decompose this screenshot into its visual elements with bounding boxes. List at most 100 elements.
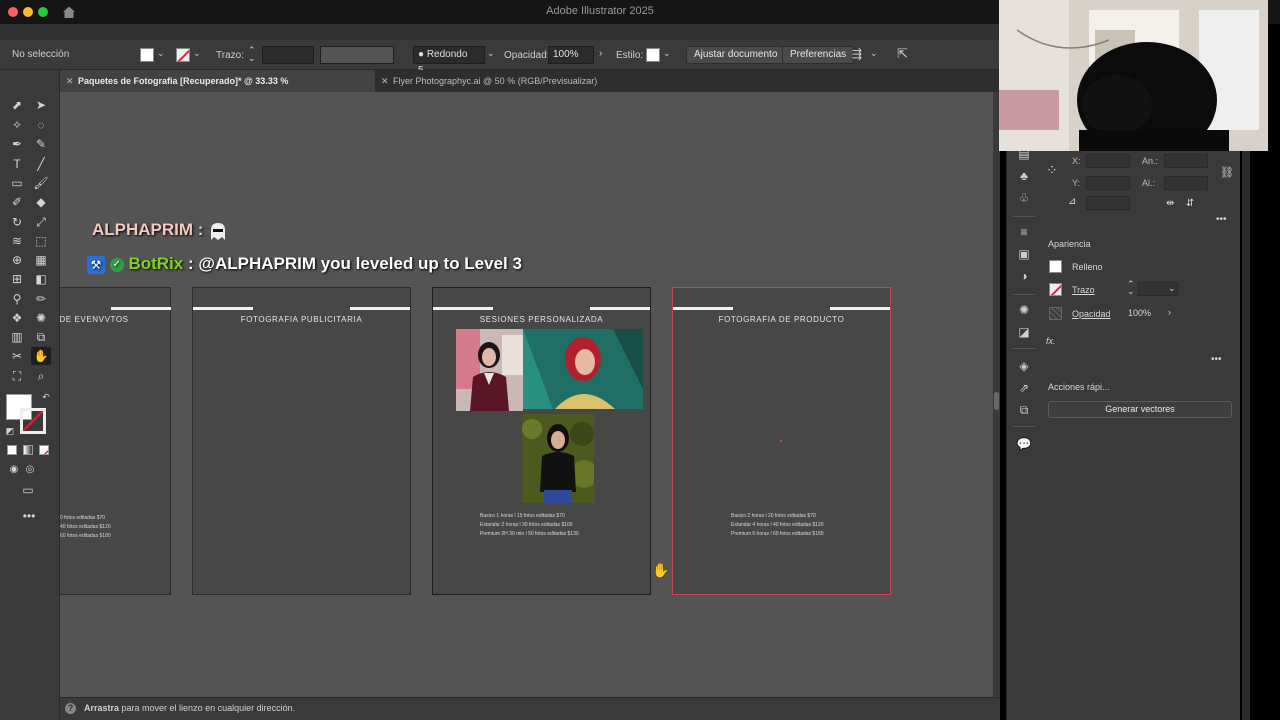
zoom-tool-icon[interactable]: ⌕: [31, 367, 51, 385]
opacity-field[interactable]: 100%: [548, 46, 594, 64]
opacity-link[interactable]: Opacidad: [1072, 309, 1111, 319]
chevron-down-icon[interactable]: ⌄: [487, 48, 495, 59]
artboard-tool-icon[interactable]: ⧉: [31, 328, 51, 346]
fill-swatch[interactable]: [140, 48, 154, 62]
measure-tool-icon[interactable]: ✏: [31, 290, 51, 308]
tab-paquetes[interactable]: ✕ Paquetes de Fotografia [Recuperado]* @…: [60, 70, 375, 108]
chevron-right-icon[interactable]: ›: [599, 48, 602, 59]
rotate-angle-icon[interactable]: ⊿: [1068, 196, 1076, 207]
preferences-button[interactable]: Preferencias: [782, 46, 855, 64]
constrain-proportions-icon[interactable]: ⛓: [1220, 166, 1234, 179]
color-mode-icon[interactable]: [7, 445, 17, 455]
transparency-icon[interactable]: ◑: [1015, 268, 1033, 284]
portrait-photo[interactable]: [522, 414, 594, 503]
rectangle-tool-icon[interactable]: ▭: [7, 174, 27, 192]
artboards-panel-icon[interactable]: ⧉: [1015, 402, 1033, 418]
mesh-tool-icon[interactable]: ⊞: [7, 270, 27, 288]
stepper-icon[interactable]: ⌃ ⌄: [248, 46, 256, 63]
stroke-weight-field[interactable]: [262, 46, 314, 64]
vertical-scrollbar[interactable]: [993, 92, 1000, 697]
gradient-tool-icon[interactable]: ◧: [31, 270, 51, 288]
style-swatch[interactable]: [646, 48, 660, 62]
scale-tool-icon[interactable]: ⤢: [31, 213, 51, 231]
brush-field[interactable]: ● Redondo 5...: [413, 46, 485, 76]
lasso-icon[interactable]: ◌: [31, 116, 51, 134]
chevron-right-icon[interactable]: ›: [1168, 307, 1171, 317]
default-colors-icon[interactable]: ◩: [0, 422, 20, 440]
slice-tool-icon[interactable]: ✂: [7, 347, 27, 365]
graphic-styles-icon[interactable]: ◪: [1015, 324, 1033, 340]
adjust-document-button[interactable]: Ajustar documento: [686, 46, 786, 64]
close-tab-icon[interactable]: ✕: [381, 70, 389, 92]
tab-flyer[interactable]: ✕ Flyer Photographyc.ai @ 50 % (RGB/Prev…: [375, 70, 635, 92]
reference-point-icon[interactable]: ⁘: [1046, 162, 1058, 179]
height-field[interactable]: [1164, 176, 1208, 190]
shape-builder-icon[interactable]: ⊕: [7, 251, 27, 269]
layers-icon[interactable]: ◈: [1015, 358, 1033, 374]
appearance-panel-icon[interactable]: ✺: [1015, 302, 1033, 318]
stroke-color-swatch[interactable]: [20, 408, 46, 434]
selection-tool-icon[interactable]: ⬈: [7, 96, 27, 114]
shaper-tool-icon[interactable]: ✐: [7, 193, 27, 211]
export-icon[interactable]: ⇗: [1015, 380, 1033, 396]
swap-colors-icon[interactable]: ↶: [36, 388, 56, 406]
panel-scrollbar[interactable]: [1242, 150, 1250, 720]
artboard-publicitaria[interactable]: FOTOGRAFIA PUBLICITARIA: [192, 287, 411, 595]
stepper-icon[interactable]: ⌃ ⌄: [1127, 280, 1135, 296]
stroke-panel-icon[interactable]: ≡: [1015, 224, 1033, 240]
blend-tool-icon[interactable]: ❖: [7, 309, 27, 327]
print-tiling-icon[interactable]: ⛶: [7, 367, 27, 385]
gradient-mode-icon[interactable]: [23, 445, 33, 455]
chevron-down-icon[interactable]: ⌄: [193, 48, 201, 59]
arrange-icon[interactable]: ⇶: [852, 47, 862, 61]
more-options-icon[interactable]: •••: [1211, 354, 1222, 365]
artboard-producto[interactable]: FOTOGRAFIA DE PRODUCTO Basico 2 horas l …: [672, 287, 891, 595]
stroke-swatch[interactable]: [1049, 283, 1062, 296]
stroke-link[interactable]: Trazo: [1072, 285, 1095, 295]
perspective-grid-icon[interactable]: ▦: [31, 251, 51, 269]
flip-vertical-icon[interactable]: ⇵: [1186, 198, 1194, 209]
comments-icon[interactable]: 💬: [1015, 436, 1033, 452]
help-icon[interactable]: ?: [65, 703, 76, 714]
warp-tool-icon[interactable]: ≋: [7, 232, 27, 250]
curvature-tool-icon[interactable]: ✎: [31, 135, 51, 153]
magic-wand-icon[interactable]: ✧: [7, 116, 27, 134]
generate-vectors-button[interactable]: Generar vectores: [1048, 401, 1232, 418]
y-field[interactable]: [1086, 176, 1130, 190]
rotate-field[interactable]: [1086, 196, 1130, 210]
canvas[interactable]: A DE EVENVVTOS 0 fotos editadas $70 40 f…: [60, 92, 993, 697]
fill-swatch[interactable]: [1049, 260, 1062, 273]
share-icon[interactable]: ⇱: [897, 46, 908, 62]
chevron-down-icon[interactable]: ⌄: [1168, 283, 1176, 294]
x-field[interactable]: [1086, 154, 1130, 168]
graph-tool-icon[interactable]: ▥: [7, 328, 27, 346]
close-tab-icon[interactable]: ✕: [66, 70, 74, 92]
width-field[interactable]: [1164, 154, 1208, 168]
screen-mode-icon[interactable]: ▭: [18, 481, 38, 499]
draw-behind-icon[interactable]: ◎: [20, 460, 40, 478]
portrait-photo[interactable]: [523, 329, 643, 409]
symbol-sprayer-icon[interactable]: ✺: [31, 309, 51, 327]
eraser-icon[interactable]: ◆: [31, 193, 51, 211]
paintbrush-icon[interactable]: 🖌: [31, 174, 51, 192]
artboard-sesiones[interactable]: SESIONES PERSONALIZADA Basico 1 horas l …: [432, 287, 651, 595]
rotate-tool-icon[interactable]: ↻: [7, 213, 27, 231]
artboard-eventos[interactable]: A DE EVENVVTOS 0 fotos editadas $70 40 f…: [60, 287, 171, 595]
hand-tool-icon[interactable]: ✋: [31, 347, 51, 365]
portrait-photo[interactable]: [456, 329, 523, 411]
opacity-value[interactable]: 100%: [1128, 308, 1151, 318]
symbols-icon[interactable]: ♧: [1015, 190, 1033, 206]
chevron-down-icon[interactable]: ⌄: [663, 48, 671, 59]
chevron-down-icon[interactable]: ⌄: [870, 48, 878, 59]
eyedropper-icon[interactable]: ⚲: [7, 290, 27, 308]
gradient-panel-icon[interactable]: ▣: [1015, 246, 1033, 262]
line-tool-icon[interactable]: ╱: [31, 155, 51, 173]
direct-selection-tool-icon[interactable]: ➤: [31, 96, 51, 114]
pen-tool-icon[interactable]: ✒: [7, 135, 27, 153]
type-tool-icon[interactable]: T: [7, 155, 27, 173]
brushes-icon[interactable]: ♣: [1015, 168, 1033, 184]
none-mode-icon[interactable]: [39, 445, 49, 455]
free-transform-icon[interactable]: ⬚: [31, 232, 51, 250]
more-tools-icon[interactable]: •••: [19, 507, 39, 525]
fx-button[interactable]: fx.: [1046, 336, 1056, 346]
